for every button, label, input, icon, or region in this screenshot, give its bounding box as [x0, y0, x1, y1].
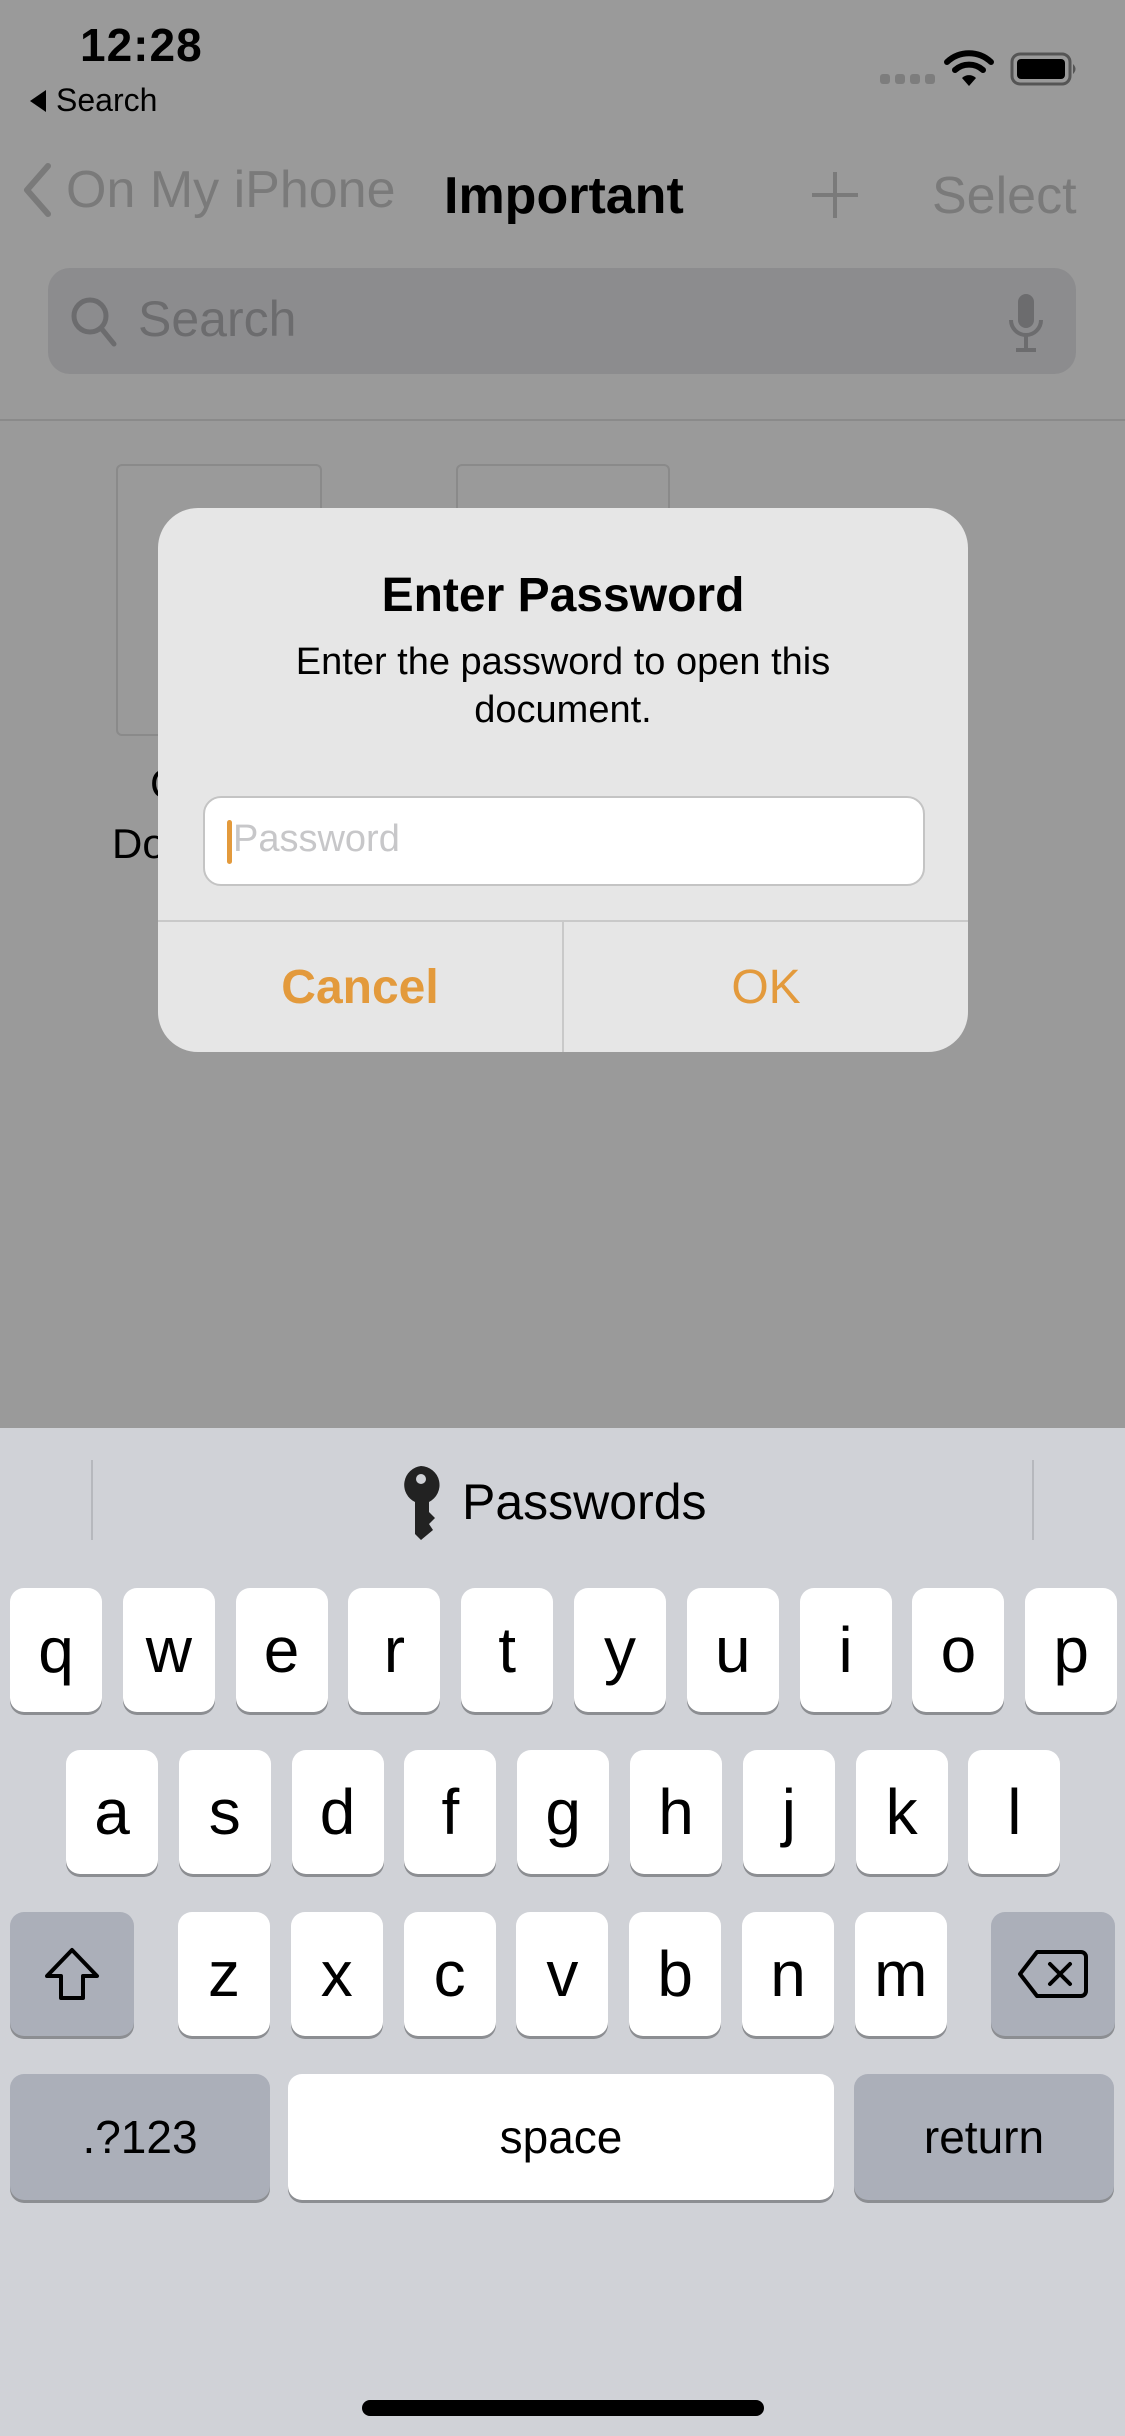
- key-b[interactable]: b: [629, 1912, 722, 2036]
- wifi-icon: [944, 50, 994, 86]
- key-o[interactable]: o: [912, 1588, 1005, 1712]
- key-m[interactable]: m: [854, 1912, 947, 2036]
- quicktype-divider: [91, 1460, 93, 1540]
- key-u[interactable]: u: [686, 1588, 779, 1712]
- battery-icon: [1010, 52, 1076, 86]
- numbers-key[interactable]: .?123: [10, 2074, 270, 2200]
- text-cursor: [227, 820, 232, 864]
- key-j[interactable]: j: [742, 1750, 835, 1874]
- search-placeholder: Search: [138, 291, 297, 347]
- key-icon: [404, 1466, 440, 1540]
- plus-icon[interactable]: [810, 170, 860, 220]
- header-divider: [0, 419, 1125, 421]
- shift-icon: [45, 1948, 99, 2000]
- key-q[interactable]: q: [10, 1588, 102, 1712]
- chevron-left-icon: [24, 163, 51, 217]
- key-i[interactable]: i: [799, 1588, 892, 1712]
- key-s[interactable]: s: [178, 1750, 271, 1874]
- select-button[interactable]: Select: [932, 166, 1077, 226]
- search-icon: [71, 297, 117, 347]
- delete-key[interactable]: [991, 1912, 1115, 2036]
- key-p[interactable]: p: [1025, 1588, 1118, 1712]
- nav-back-button[interactable]: On My iPhone: [22, 160, 396, 220]
- dialog-title: Enter Password: [381, 569, 745, 622]
- home-indicator[interactable]: [362, 2400, 764, 2416]
- cancel-button[interactable]: Cancel: [158, 922, 562, 1052]
- key-x[interactable]: x: [290, 1912, 383, 2036]
- key-v[interactable]: v: [516, 1912, 609, 2036]
- key-t[interactable]: t: [461, 1588, 554, 1712]
- back-to-app-link[interactable]: Search: [30, 82, 157, 119]
- quicktype-divider: [1032, 1460, 1034, 1540]
- key-r[interactable]: r: [348, 1588, 441, 1712]
- delete-backward-icon: [1018, 1950, 1088, 1998]
- key-f[interactable]: f: [404, 1750, 497, 1874]
- cellular-signal-icon: [880, 74, 935, 84]
- key-l[interactable]: l: [968, 1750, 1061, 1874]
- key-w[interactable]: w: [122, 1588, 215, 1712]
- key-h[interactable]: h: [630, 1750, 722, 1874]
- key-e[interactable]: e: [235, 1588, 328, 1712]
- key-a[interactable]: a: [66, 1750, 158, 1874]
- key-z[interactable]: z: [178, 1912, 270, 2036]
- key-d[interactable]: d: [291, 1750, 384, 1874]
- passwords-label: Passwords: [462, 1474, 707, 1530]
- key-k[interactable]: k: [855, 1750, 948, 1874]
- page-title: Important: [444, 167, 684, 225]
- back-to-app-label: Search: [56, 82, 158, 118]
- nav-back-label: On My iPhone: [66, 161, 396, 219]
- status-time: 12:28: [80, 19, 203, 71]
- password-field[interactable]: Password: [203, 796, 925, 886]
- dialog-message: Enter the password to open this document…: [295, 641, 831, 731]
- key-g[interactable]: g: [517, 1750, 610, 1874]
- key-c[interactable]: c: [403, 1912, 496, 2036]
- shift-key[interactable]: [10, 1912, 134, 2036]
- space-key[interactable]: space: [288, 2074, 834, 2200]
- back-triangle-icon: [30, 89, 46, 112]
- ok-button[interactable]: OK: [564, 922, 968, 1052]
- password-placeholder: Password: [233, 818, 400, 860]
- return-key[interactable]: return: [854, 2074, 1114, 2200]
- passwords-autofill-button[interactable]: Passwords: [400, 1464, 707, 1540]
- password-alert-dialog: Enter Password Enter the password to ope…: [158, 508, 968, 1052]
- microphone-icon[interactable]: [1006, 292, 1046, 354]
- keyboard: Passwords .?123 space return qwertyuiop a…: [0, 1428, 1125, 2436]
- key-y[interactable]: y: [574, 1588, 666, 1712]
- key-n[interactable]: n: [742, 1912, 834, 2036]
